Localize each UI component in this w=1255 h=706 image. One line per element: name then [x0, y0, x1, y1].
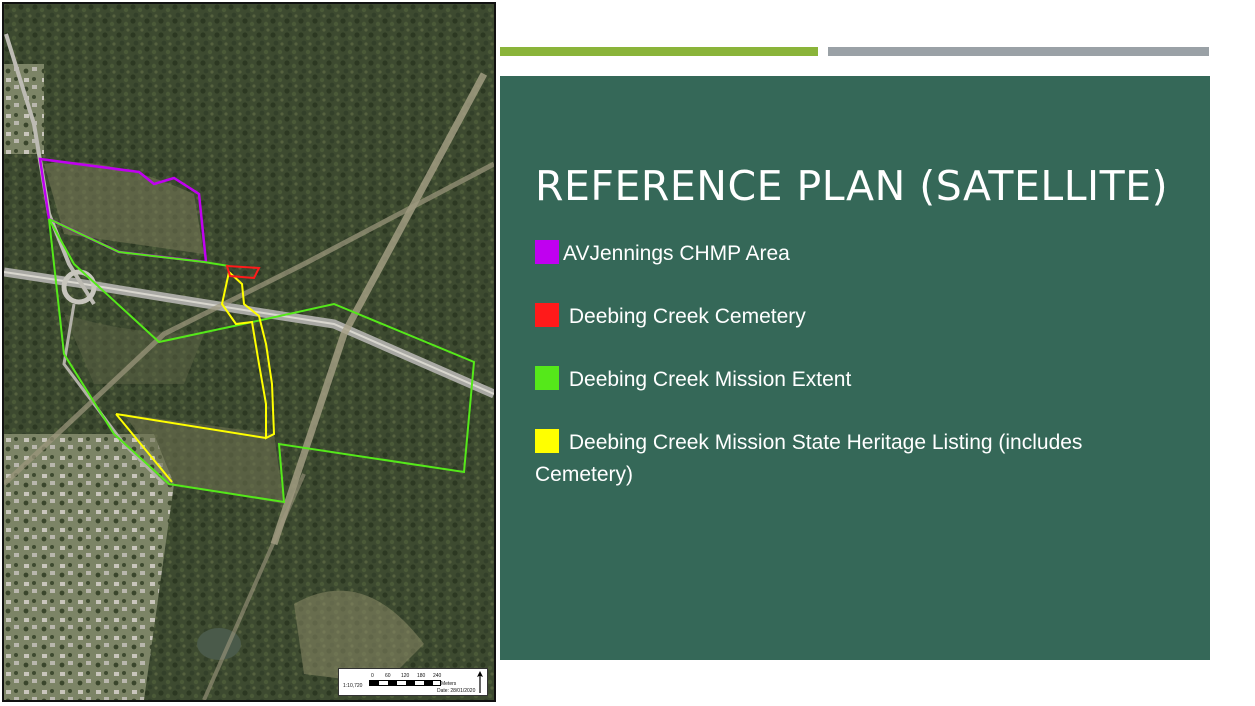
map-image: [4, 4, 494, 700]
legend-swatch: [535, 303, 559, 327]
scale-tick: 120: [401, 673, 410, 679]
legend-swatch: [535, 366, 559, 390]
slide-title: REFERENCE PLAN (SATELLITE): [535, 162, 1169, 210]
scale-tick: 180: [417, 673, 426, 679]
legend-swatch: [535, 429, 559, 453]
legend-label: AVJennings CHMP Area: [563, 242, 790, 265]
scale-bar-graphic: [369, 680, 441, 686]
scale-ratio: 1:10,720: [343, 683, 363, 689]
scale-bar: 1:10,720 0 60 120 180 240 Meters Date: 2…: [338, 668, 488, 696]
scale-tick: 0: [371, 673, 374, 679]
accent-bar-green: [500, 47, 818, 56]
satellite-map: 1:10,720 0 60 120 180 240 Meters Date: 2…: [2, 2, 496, 702]
legend-item-mission-extent: Deebing Creek Mission Extent: [535, 364, 1175, 396]
legend-item-chmp-area: AVJennings CHMP Area: [535, 238, 1175, 270]
north-arrow-icon: [477, 671, 483, 693]
map-date: Date: 28/01/2020: [437, 688, 476, 694]
legend: AVJennings CHMP Area Deebing Creek Cemet…: [535, 238, 1175, 522]
legend-swatch: [535, 240, 559, 264]
legend-label: Deebing Creek Mission Extent: [568, 368, 852, 391]
accent-bar-gray: [828, 47, 1209, 56]
scale-unit: Meters: [441, 681, 457, 687]
scale-tick: 60: [385, 673, 391, 679]
legend-item-heritage-listing: Deebing Creek Mission State Heritage Lis…: [535, 427, 1175, 491]
legend-panel: REFERENCE PLAN (SATELLITE) AVJennings CH…: [500, 76, 1210, 660]
legend-item-cemetery: Deebing Creek Cemetery: [535, 301, 1175, 333]
legend-label: Deebing Creek Mission State Heritage Lis…: [535, 431, 1083, 486]
scale-tick: 240: [433, 673, 442, 679]
legend-label: Deebing Creek Cemetery: [568, 305, 806, 328]
